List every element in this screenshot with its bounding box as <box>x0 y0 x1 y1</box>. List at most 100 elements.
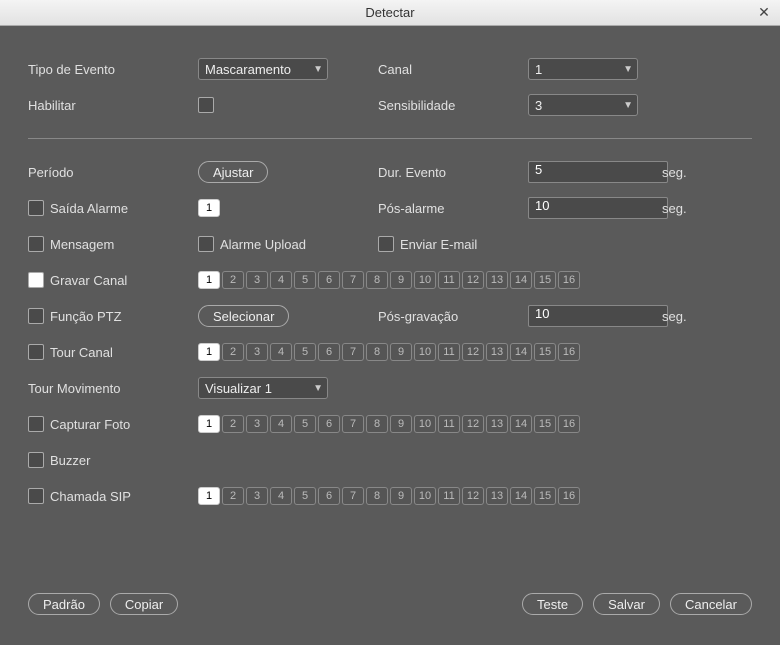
channel-toggle[interactable]: 11 <box>438 271 460 289</box>
channel-toggle[interactable]: 7 <box>342 343 364 361</box>
channel-select[interactable]: 1 ▼ <box>528 58 638 80</box>
channel-toggle[interactable]: 4 <box>270 271 292 289</box>
channel-toggle[interactable]: 6 <box>318 343 340 361</box>
channel-toggle[interactable]: 3 <box>246 271 268 289</box>
send-email-label: Enviar E-mail <box>400 237 477 252</box>
channel-toggle[interactable]: 8 <box>366 487 388 505</box>
enable-checkbox[interactable] <box>198 97 214 113</box>
channel-toggle[interactable]: 3 <box>246 487 268 505</box>
channel-toggle[interactable]: 7 <box>342 487 364 505</box>
channel-toggle[interactable]: 15 <box>534 415 556 433</box>
channel-toggle[interactable]: 3 <box>246 415 268 433</box>
chevron-down-icon: ▼ <box>619 64 633 75</box>
tour-channel-checkbox[interactable] <box>28 344 44 360</box>
channel-toggle[interactable]: 15 <box>534 271 556 289</box>
channel-toggle[interactable]: 13 <box>486 487 508 505</box>
channel-toggle[interactable]: 6 <box>318 271 340 289</box>
channel-toggle[interactable]: 5 <box>294 343 316 361</box>
cancel-button[interactable]: Cancelar <box>670 593 752 615</box>
channel-toggle[interactable]: 1 <box>198 199 220 217</box>
duration-input[interactable]: 5 <box>528 161 668 183</box>
channel-toggle[interactable]: 16 <box>558 487 580 505</box>
channel-toggle[interactable]: 12 <box>462 487 484 505</box>
channel-toggle[interactable]: 1 <box>198 415 220 433</box>
tour-motion-select[interactable]: Visualizar 1 ▼ <box>198 377 328 399</box>
sensitivity-value: 3 <box>535 98 542 113</box>
channel-toggle[interactable]: 12 <box>462 415 484 433</box>
channel-toggle[interactable]: 13 <box>486 415 508 433</box>
channel-toggle[interactable]: 16 <box>558 271 580 289</box>
channel-toggle[interactable]: 13 <box>486 271 508 289</box>
default-button[interactable]: Padrão <box>28 593 100 615</box>
channel-toggle[interactable]: 16 <box>558 343 580 361</box>
channel-toggle[interactable]: 9 <box>390 415 412 433</box>
send-email-checkbox[interactable] <box>378 236 394 252</box>
channel-toggle[interactable]: 9 <box>390 487 412 505</box>
close-icon[interactable]: ✕ <box>754 2 774 22</box>
channel-toggle[interactable]: 14 <box>510 487 532 505</box>
test-button[interactable]: Teste <box>522 593 583 615</box>
channel-toggle[interactable]: 1 <box>198 271 220 289</box>
channel-toggle[interactable]: 9 <box>390 343 412 361</box>
channel-toggle[interactable]: 8 <box>366 343 388 361</box>
channel-toggle[interactable]: 5 <box>294 271 316 289</box>
channel-toggle[interactable]: 2 <box>222 487 244 505</box>
channel-toggle[interactable]: 3 <box>246 343 268 361</box>
snapshot-checkbox[interactable] <box>28 416 44 432</box>
channel-toggle[interactable]: 11 <box>438 415 460 433</box>
post-alarm-input[interactable]: 10 <box>528 197 668 219</box>
message-checkbox[interactable] <box>28 236 44 252</box>
channel-toggle[interactable]: 2 <box>222 343 244 361</box>
copy-button[interactable]: Copiar <box>110 593 178 615</box>
channel-toggle[interactable]: 7 <box>342 271 364 289</box>
channel-toggle[interactable]: 1 <box>198 487 220 505</box>
channel-toggle[interactable]: 6 <box>318 487 340 505</box>
period-button[interactable]: Ajustar <box>198 161 268 183</box>
channel-toggle[interactable]: 8 <box>366 271 388 289</box>
period-label: Período <box>28 165 198 180</box>
channel-toggle[interactable]: 5 <box>294 487 316 505</box>
buzzer-checkbox[interactable] <box>28 452 44 468</box>
ptz-label: Função PTZ <box>50 309 122 324</box>
sip-call-checkbox[interactable] <box>28 488 44 504</box>
channel-toggle[interactable]: 10 <box>414 343 436 361</box>
channel-toggle[interactable]: 14 <box>510 343 532 361</box>
channel-toggle[interactable]: 10 <box>414 487 436 505</box>
event-type-select[interactable]: Mascaramento ▼ <box>198 58 328 80</box>
channel-toggle[interactable]: 6 <box>318 415 340 433</box>
channel-toggle[interactable]: 14 <box>510 415 532 433</box>
channel-toggle[interactable]: 4 <box>270 487 292 505</box>
ptz-button[interactable]: Selecionar <box>198 305 289 327</box>
divider <box>28 138 752 139</box>
channel-toggle[interactable]: 12 <box>462 343 484 361</box>
channel-toggle[interactable]: 14 <box>510 271 532 289</box>
channel-toggle[interactable]: 13 <box>486 343 508 361</box>
channel-toggle[interactable]: 4 <box>270 343 292 361</box>
channel-toggle[interactable]: 12 <box>462 271 484 289</box>
channel-toggle[interactable]: 16 <box>558 415 580 433</box>
sensitivity-select[interactable]: 3 ▼ <box>528 94 638 116</box>
channel-toggle[interactable]: 15 <box>534 343 556 361</box>
post-record-input[interactable]: 10 <box>528 305 668 327</box>
channel-toggle[interactable]: 9 <box>390 271 412 289</box>
save-button[interactable]: Salvar <box>593 593 660 615</box>
channel-toggle[interactable]: 11 <box>438 487 460 505</box>
channel-toggle[interactable]: 15 <box>534 487 556 505</box>
channel-toggle[interactable]: 10 <box>414 415 436 433</box>
ptz-checkbox[interactable] <box>28 308 44 324</box>
record-channel-checkbox[interactable] <box>28 272 44 288</box>
channel-toggle[interactable]: 2 <box>222 271 244 289</box>
sip-call-channels: 12345678910111213141516 <box>198 487 752 505</box>
alarm-out-checkbox[interactable] <box>28 200 44 216</box>
window-title: Detectar <box>0 5 780 20</box>
alarm-upload-checkbox[interactable] <box>198 236 214 252</box>
channel-toggle[interactable]: 10 <box>414 271 436 289</box>
channel-toggle[interactable]: 2 <box>222 415 244 433</box>
channel-toggle[interactable]: 8 <box>366 415 388 433</box>
channel-toggle[interactable]: 11 <box>438 343 460 361</box>
channel-toggle[interactable]: 1 <box>198 343 220 361</box>
channel-toggle[interactable]: 7 <box>342 415 364 433</box>
channel-toggle[interactable]: 5 <box>294 415 316 433</box>
channel-toggle[interactable]: 4 <box>270 415 292 433</box>
duration-suffix: seg. <box>658 165 698 180</box>
